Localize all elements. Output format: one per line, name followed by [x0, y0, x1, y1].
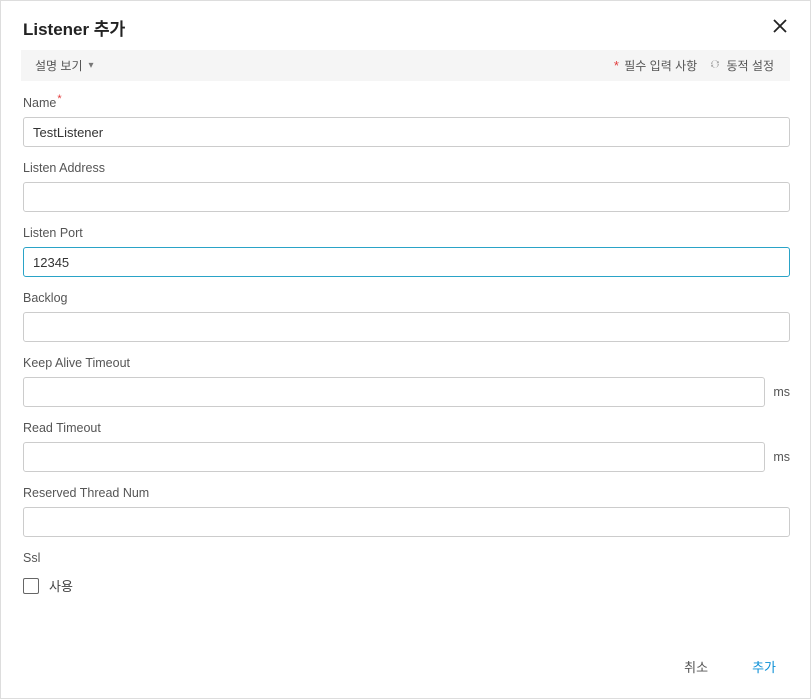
info-bar: 설명 보기 ▾ * 필수 입력 사항 동적 설정: [21, 50, 790, 81]
cancel-button[interactable]: 취소: [678, 653, 714, 680]
view-description-label: 설명 보기: [35, 57, 83, 74]
field-reserved-thread-num: Reserved Thread Num: [23, 486, 790, 537]
listen-address-label: Listen Address: [23, 161, 790, 175]
reserved-thread-num-label: Reserved Thread Num: [23, 486, 790, 500]
listen-port-input[interactable]: [23, 247, 790, 277]
keep-alive-timeout-input[interactable]: [23, 377, 765, 407]
chevron-down-icon: ▾: [89, 60, 94, 71]
listen-port-label: Listen Port: [23, 226, 790, 240]
listen-address-input[interactable]: [23, 182, 790, 212]
reserved-thread-num-input[interactable]: [23, 507, 790, 537]
read-timeout-unit: ms: [773, 450, 790, 464]
modal-footer: 취소 추가: [1, 639, 810, 698]
modal-title: Listener 추가: [23, 15, 125, 40]
field-listen-port: Listen Port: [23, 226, 790, 277]
required-legend: * 필수 입력 사항: [614, 57, 697, 74]
legend: * 필수 입력 사항 동적 설정: [614, 57, 774, 74]
submit-button[interactable]: 추가: [746, 653, 782, 680]
add-listener-modal: Listener 추가 설명 보기 ▾ * 필수 입력 사항 동적 설정: [0, 0, 811, 699]
ssl-checkbox-label: 사용: [49, 576, 73, 595]
read-timeout-label: Read Timeout: [23, 421, 790, 435]
field-listen-address: Listen Address: [23, 161, 790, 212]
field-backlog: Backlog: [23, 291, 790, 342]
field-keep-alive-timeout: Keep Alive Timeout ms: [23, 356, 790, 407]
field-read-timeout: Read Timeout ms: [23, 421, 790, 472]
name-input[interactable]: [23, 117, 790, 147]
backlog-input[interactable]: [23, 312, 790, 342]
ssl-checkbox[interactable]: [23, 578, 39, 594]
keep-alive-timeout-unit: ms: [773, 385, 790, 399]
required-asterisk-icon: *: [57, 93, 61, 105]
ssl-label: Ssl: [23, 551, 790, 565]
view-description-toggle[interactable]: 설명 보기 ▾: [35, 57, 94, 74]
dynamic-legend: 동적 설정: [709, 57, 774, 74]
field-ssl: Ssl 사용: [23, 551, 790, 595]
name-label: Name*: [23, 93, 790, 110]
read-timeout-input[interactable]: [23, 442, 765, 472]
close-icon[interactable]: [770, 16, 790, 39]
modal-header: Listener 추가: [1, 1, 810, 50]
backlog-label: Backlog: [23, 291, 790, 305]
form-body: Name* Listen Address Listen Port Backlog…: [1, 81, 810, 639]
field-name: Name*: [23, 93, 790, 147]
refresh-icon: [709, 58, 721, 70]
asterisk-icon: *: [614, 58, 619, 73]
keep-alive-timeout-label: Keep Alive Timeout: [23, 356, 790, 370]
